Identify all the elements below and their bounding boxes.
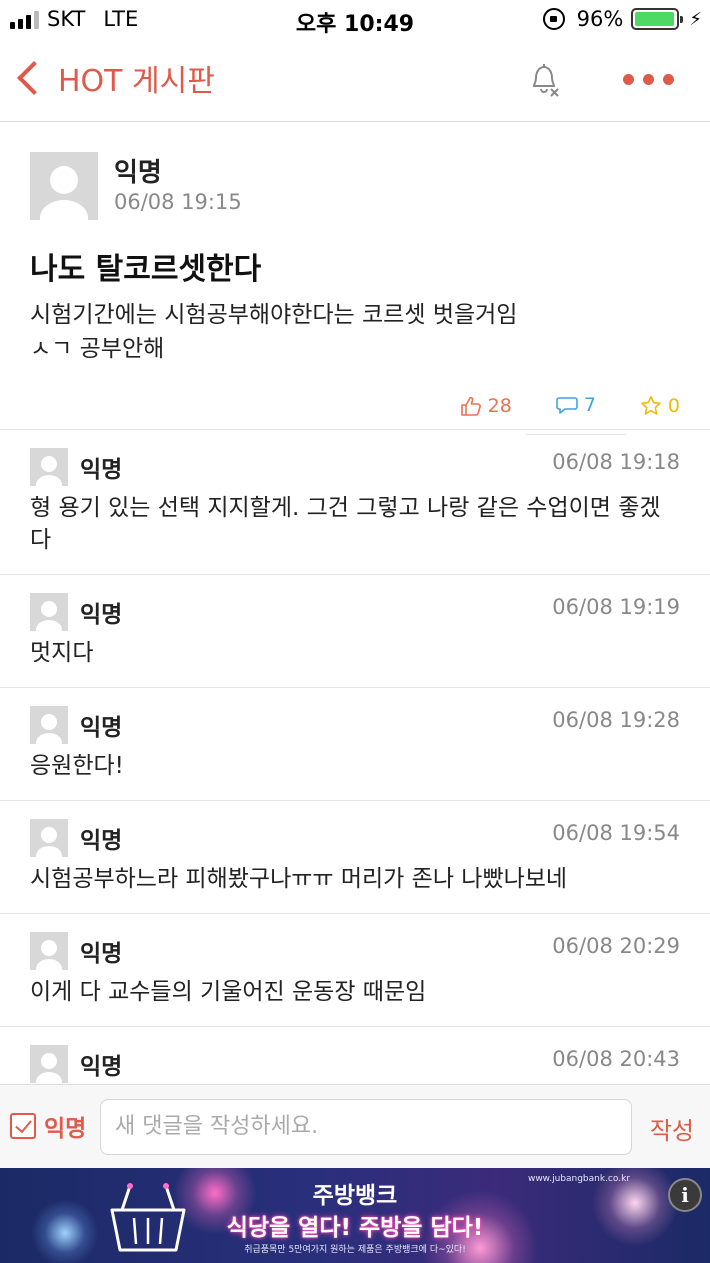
comment-date: 06/08 19:19 <box>552 595 680 619</box>
comment-item[interactable]: 익명 06/08 19:18 형 용기 있는 선택 지지할게. 그건 그렇고 나… <box>0 430 710 575</box>
scrap-count-value: 0 <box>667 394 680 417</box>
nav-bar: HOT 게시판 <box>0 40 710 122</box>
ad-slogan: 식당을 열다! 주방을 담다! <box>226 1215 484 1241</box>
avatar <box>30 593 68 631</box>
avatar <box>30 819 68 857</box>
ad-banner[interactable]: 주방뱅크 식당을 열다! 주방을 담다! 취급품목만 5만여가지 원하는 제품은… <box>0 1168 710 1263</box>
comment-body: 응원한다! <box>30 753 124 779</box>
comment-date: 06/08 19:28 <box>552 708 680 732</box>
avatar <box>30 706 68 744</box>
post-date: 06/08 19:15 <box>114 190 242 214</box>
comment-body: 멋지다 <box>30 640 94 666</box>
anonymous-label: 익명 <box>44 1116 87 1142</box>
info-icon[interactable]: i <box>668 1178 702 1212</box>
comment-author: 익명 <box>80 1054 123 1080</box>
rotation-lock-icon <box>542 8 565 30</box>
battery-percent: 96% <box>576 7 624 31</box>
comment-list: 익명 06/08 19:18 형 용기 있는 선택 지지할게. 그건 그렇고 나… <box>0 430 710 1084</box>
charging-icon: ⚡ <box>689 8 702 30</box>
star-icon <box>641 395 661 415</box>
comment-item[interactable]: 익명 06/08 19:54 시험공부하느라 피해봤구나ㅠㅠ 머리가 존나 나빴… <box>0 801 710 914</box>
post: 익명 06/08 19:15 나도 탈코르셋한다 시험기간에는 시험공부해야한다… <box>0 122 710 435</box>
comment-count-value: 7 <box>583 394 596 416</box>
avatar <box>30 932 68 970</box>
post-body-line: 시험기간에는 시험공부해야한다는 코르셋 벗을거임 <box>30 302 518 328</box>
comment-date: 06/08 20:43 <box>552 1047 680 1071</box>
thumbs-up-icon <box>460 396 481 416</box>
comment-author: 익명 <box>80 602 123 628</box>
status-right: 96% ⚡ <box>542 7 702 31</box>
comment-author: 익명 <box>80 715 123 741</box>
avatar <box>30 448 68 486</box>
comment-author: 익명 <box>80 457 123 483</box>
post-body-line: ㅅㄱ 공부안해 <box>30 336 165 362</box>
chevron-left-icon <box>17 61 51 95</box>
anonymous-checkbox[interactable]: 익명 <box>10 1109 86 1143</box>
like-count-value: 28 <box>487 394 512 417</box>
like-count[interactable]: 28 <box>460 395 512 417</box>
comment-item[interactable]: 익명 06/08 20:29 이게 다 교수들의 기울어진 운동장 때문임 <box>0 914 710 1027</box>
comment-date: 06/08 19:18 <box>552 450 680 474</box>
comment-author: 익명 <box>80 941 123 967</box>
comment-author: 익명 <box>80 828 123 854</box>
ad-subtitle: 취급품목만 5만여가지 원하는 제품은 주방뱅크에 다~있다! <box>244 1245 466 1255</box>
bell-off-icon[interactable] <box>526 60 562 100</box>
comment-date: 06/08 20:29 <box>552 934 680 958</box>
comment-item[interactable]: 익명 06/08 19:19 멋지다 <box>0 575 710 688</box>
post-body: 시험기간에는 시험공부해야한다는 코르셋 벗을거임 ㅅㄱ 공부안해 <box>30 298 517 366</box>
status-bar: SKT LTE 오후 10:49 96% ⚡ <box>0 0 710 40</box>
comment-date: 06/08 19:54 <box>552 821 680 845</box>
back-button[interactable]: HOT 게시판 <box>14 56 215 100</box>
ad-url: www.jubangbank.co.kr <box>527 1174 630 1184</box>
battery-icon <box>631 8 684 30</box>
comment-icon <box>556 397 578 414</box>
scrap-count[interactable]: 0 <box>640 395 680 417</box>
board-title: HOT 게시판 <box>58 64 215 99</box>
avatar <box>30 152 98 220</box>
avatar <box>30 1045 68 1083</box>
comment-body: 이게 다 교수들의 기울어진 운동장 때문임 <box>30 979 427 1005</box>
post-title: 나도 탈코르셋한다 <box>30 252 262 287</box>
more-icon[interactable] <box>623 74 674 85</box>
comment-item[interactable]: 익명 06/08 20:43 <box>0 1027 710 1084</box>
post-stats: 28 7 0 <box>446 376 680 435</box>
checkbox-checked-icon <box>10 1113 36 1139</box>
comment-count: 7 <box>525 376 626 435</box>
post-author: 익명 <box>114 158 162 188</box>
comment-body: 시험공부하느라 피해봤구나ㅠㅠ 머리가 존나 나빴나보네 <box>30 866 568 892</box>
comment-input[interactable]: 새 댓글을 작성하세요. <box>100 1099 632 1155</box>
comment-item[interactable]: 익명 06/08 19:28 응원한다! <box>0 688 710 801</box>
submit-button[interactable]: 작성 <box>650 1111 694 1146</box>
comment-body: 형 용기 있는 선택 지지할게. 그건 그렇고 나랑 같은 수업이면 좋겠다 <box>30 495 661 553</box>
comment-compose-bar: 익명 새 댓글을 작성하세요. 작성 <box>0 1084 710 1168</box>
